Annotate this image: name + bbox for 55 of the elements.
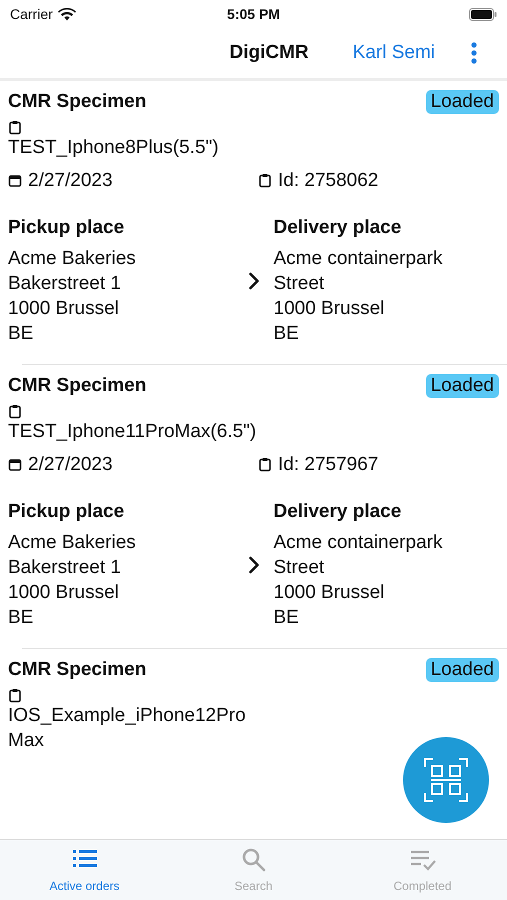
chevron-right-icon bbox=[248, 272, 260, 290]
delivery-address-line: Acme containerpark bbox=[274, 531, 444, 555]
pickup-heading: Pickup place bbox=[8, 216, 126, 240]
order-reference: TEST_Iphone8Plus(5.5") bbox=[8, 136, 220, 160]
carrier-label: Carrier bbox=[10, 6, 53, 22]
clipboard-icon bbox=[8, 688, 22, 703]
delivery-address-line: Acme containerpark bbox=[274, 247, 444, 271]
order-date: 2/27/2023 bbox=[28, 169, 113, 193]
delivery-heading: Delivery place bbox=[274, 500, 402, 524]
order-title: CMR Specimen bbox=[8, 374, 146, 398]
order-title: CMR Specimen bbox=[8, 658, 146, 682]
clipboard-icon bbox=[8, 120, 22, 135]
order-id: Id: 2757967 bbox=[278, 453, 378, 477]
tab-item[interactable]: Search bbox=[169, 840, 338, 900]
pickup-address-line: 1000 Brussel bbox=[8, 297, 120, 321]
battery-icon bbox=[468, 8, 497, 20]
calendar-icon bbox=[8, 173, 22, 188]
status-badge: Loaded bbox=[426, 90, 499, 114]
delivery-address-line: BE bbox=[274, 606, 300, 630]
pickup-address-line: Acme Bakeries bbox=[8, 247, 137, 271]
chevron-right-icon bbox=[248, 556, 260, 574]
order-date: 2/27/2023 bbox=[28, 453, 113, 477]
search-icon bbox=[240, 847, 266, 873]
delivery-address-line: BE bbox=[274, 322, 300, 346]
delivery-address-line: 1000 Brussel bbox=[274, 581, 386, 605]
more-icon bbox=[471, 42, 477, 64]
delivery-address-line: 1000 Brussel bbox=[274, 297, 386, 321]
more-button[interactable] bbox=[471, 42, 477, 64]
clipboard-icon bbox=[8, 404, 22, 419]
delivery-address-line: Street bbox=[274, 556, 326, 580]
delivery-heading: Delivery place bbox=[274, 216, 402, 240]
order-reference: TEST_Iphone11ProMax(6.5") bbox=[8, 420, 258, 444]
user-link[interactable]: Karl Semi bbox=[352, 42, 435, 64]
order-title: CMR Specimen bbox=[8, 90, 146, 114]
pickup-address-line: 1000 Brussel bbox=[8, 581, 120, 605]
order-id: Id: 2758062 bbox=[278, 169, 378, 193]
status-badge: Loaded bbox=[426, 374, 499, 398]
qr-code-icon bbox=[423, 757, 469, 803]
pickup-heading: Pickup place bbox=[8, 500, 126, 524]
tab-item[interactable]: Completed bbox=[338, 840, 507, 900]
pickup-address-line: BE bbox=[8, 606, 34, 630]
delivery-address-line: Street bbox=[274, 272, 326, 296]
pickup-address-line: Acme Bakeries bbox=[8, 531, 137, 555]
calendar-icon bbox=[8, 457, 22, 472]
clipboard-icon bbox=[258, 173, 272, 188]
pickup-address-line: BE bbox=[8, 322, 34, 346]
app-title: DigiCMR bbox=[229, 42, 309, 64]
status-time: 5:05 PM bbox=[227, 6, 280, 22]
pickup-address-line: Bakerstreet 1 bbox=[8, 556, 122, 580]
clipboard-icon bbox=[258, 457, 272, 472]
pickup-address-line: Bakerstreet 1 bbox=[8, 272, 122, 296]
order-reference: IOS_Example_iPhone12ProMax bbox=[8, 704, 247, 753]
wifi-icon bbox=[58, 8, 76, 20]
status-badge: Loaded bbox=[426, 658, 499, 682]
tab-item[interactable]: Active orders bbox=[0, 840, 169, 900]
